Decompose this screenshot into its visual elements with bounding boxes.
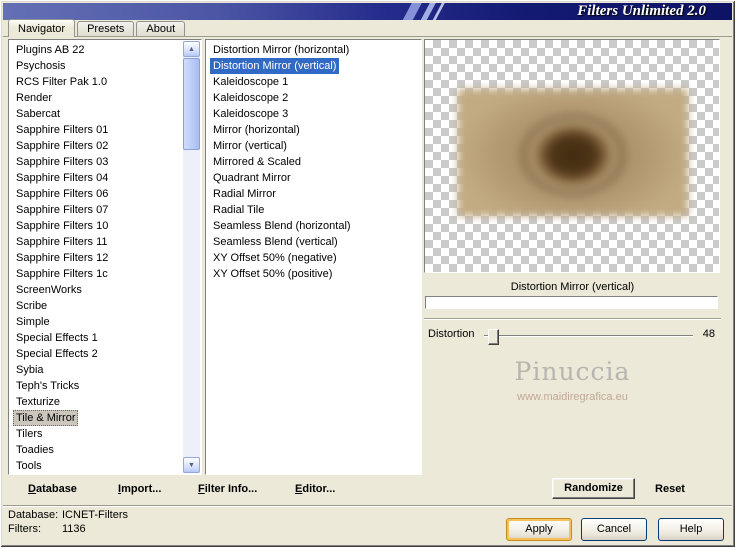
list-item[interactable]: Teph's Tricks — [13, 378, 82, 394]
reset-button[interactable]: Reset — [655, 483, 685, 495]
status-database: Database: ICNET-Filters — [8, 509, 128, 521]
list-item[interactable]: Mirrored & Scaled — [210, 154, 304, 170]
list-item[interactable]: XY Offset 50% (positive) — [210, 266, 335, 282]
progress-bar — [425, 296, 718, 309]
filters-unlimited-window: Filters Unlimited 2.0 Navigator Presets … — [0, 0, 735, 547]
database-button[interactable]: Database — [28, 483, 77, 495]
list-item[interactable]: Tools — [13, 458, 45, 473]
status-divider — [3, 505, 732, 507]
list-item[interactable]: Texturize — [13, 394, 63, 410]
list-item[interactable]: Sapphire Filters 1c — [13, 266, 111, 282]
list-item[interactable]: Sapphire Filters 07 — [13, 202, 111, 218]
list-item[interactable]: Seamless Blend (horizontal) — [210, 218, 354, 234]
cancel-button[interactable]: Cancel — [581, 518, 647, 541]
category-list: Plugins AB 22 Psychosis RCS Filter Pak 1.0… — [10, 42, 183, 473]
panel-divider — [424, 318, 721, 320]
watermark-url: www.maidiregrafica.eu — [517, 391, 628, 403]
slider-label: Distortion — [428, 328, 475, 340]
distortion-slider-thumb[interactable] — [488, 329, 499, 345]
list-item[interactable]: Quadrant Mirror — [210, 170, 294, 186]
list-item[interactable]: Sapphire Filters 01 — [13, 122, 111, 138]
list-item[interactable]: Sapphire Filters 12 — [13, 250, 111, 266]
list-item[interactable]: XY Offset 50% (negative) — [210, 250, 340, 266]
list-item[interactable]: Seamless Blend (vertical) — [210, 234, 341, 250]
tab-presets[interactable]: Presets — [77, 21, 135, 36]
list-item[interactable]: Sapphire Filters 04 — [13, 170, 111, 186]
filter-info-button[interactable]: Filter Info... — [198, 483, 257, 495]
category-scrollbar[interactable]: ▲ ▼ — [183, 41, 200, 473]
watermark-text: Pinuccia — [514, 357, 631, 386]
list-item[interactable]: Radial Mirror — [210, 186, 279, 202]
list-item[interactable]: Sapphire Filters 10 — [13, 218, 111, 234]
list-item[interactable]: Psychosis — [13, 58, 69, 74]
list-item[interactable]: Special Effects 1 — [13, 330, 101, 346]
preview-area — [424, 39, 720, 273]
list-item[interactable]: Toadies — [13, 442, 57, 458]
list-item[interactable]: RCS Filter Pak 1.0 — [13, 74, 110, 90]
tab-navigator[interactable]: Navigator — [8, 19, 76, 37]
scrollbar-thumb[interactable] — [183, 58, 200, 150]
list-item[interactable]: Plugins AB 22 — [13, 42, 88, 58]
list-item[interactable]: Mirror (horizontal) — [210, 122, 303, 138]
scroll-down-icon[interactable]: ▼ — [183, 457, 200, 473]
list-item[interactable]: Sabercat — [13, 106, 63, 122]
list-item[interactable]: Scribe — [13, 298, 50, 314]
status-filters-label: Filters: — [8, 523, 41, 535]
list-item[interactable]: Sapphire Filters 02 — [13, 138, 111, 154]
filter-list: Distortion Mirror (horizontal) Distortion… — [207, 42, 420, 473]
status-filters-value: 1136 — [62, 523, 86, 535]
list-item[interactable]: Mirror (vertical) — [210, 138, 290, 154]
list-item[interactable]: Kaleidoscope 1 — [210, 74, 291, 90]
scroll-up-icon[interactable]: ▲ — [183, 41, 200, 57]
list-item[interactable]: Tile & Mirror — [13, 410, 79, 426]
distortion-slider-track[interactable] — [484, 335, 693, 337]
list-item[interactable]: Tilers — [13, 426, 45, 442]
tab-about[interactable]: About — [136, 21, 186, 36]
selected-filter-caption: Distortion Mirror (vertical) — [510, 281, 635, 293]
window-title: Filters Unlimited 2.0 — [577, 3, 706, 19]
list-item[interactable]: Simple — [13, 314, 53, 330]
editor-button[interactable]: Editor... — [295, 483, 335, 495]
help-button[interactable]: Help — [658, 518, 724, 541]
randomize-button[interactable]: Randomize — [552, 478, 635, 499]
tab-bar: Navigator Presets About — [8, 19, 186, 37]
preview-image — [458, 89, 688, 216]
list-item[interactable]: Sybia — [13, 362, 47, 378]
list-item[interactable]: Render — [13, 90, 55, 106]
list-item[interactable]: ScreenWorks — [13, 282, 85, 298]
preview-panel: Distortion Mirror (vertical) Distortion … — [424, 39, 721, 476]
list-item[interactable]: Special Effects 2 — [13, 346, 101, 362]
list-item[interactable]: Sapphire Filters 06 — [13, 186, 111, 202]
list-item[interactable]: Sapphire Filters 11 — [13, 234, 111, 250]
list-item[interactable]: Distortion Mirror (vertical) — [210, 58, 340, 74]
apply-button[interactable]: Apply — [506, 518, 572, 541]
list-item[interactable]: Kaleidoscope 2 — [210, 90, 291, 106]
filter-list-panel: Distortion Mirror (horizontal) Distortion… — [205, 39, 422, 475]
list-item[interactable]: Sapphire Filters 03 — [13, 154, 111, 170]
status-database-value: ICNET-Filters — [62, 509, 128, 521]
title-bar: Filters Unlimited 2.0 — [3, 3, 732, 20]
list-item[interactable]: Kaleidoscope 3 — [210, 106, 291, 122]
status-filters: Filters: 1136 — [8, 523, 86, 535]
category-list-panel: Plugins AB 22 Psychosis RCS Filter Pak 1.0… — [8, 39, 202, 475]
list-item[interactable]: Radial Tile — [210, 202, 267, 218]
status-database-label: Database: — [8, 509, 59, 521]
list-item[interactable]: Distortion Mirror (horizontal) — [210, 42, 352, 58]
slider-value: 48 — [702, 328, 715, 340]
import-button[interactable]: Import... — [118, 483, 161, 495]
